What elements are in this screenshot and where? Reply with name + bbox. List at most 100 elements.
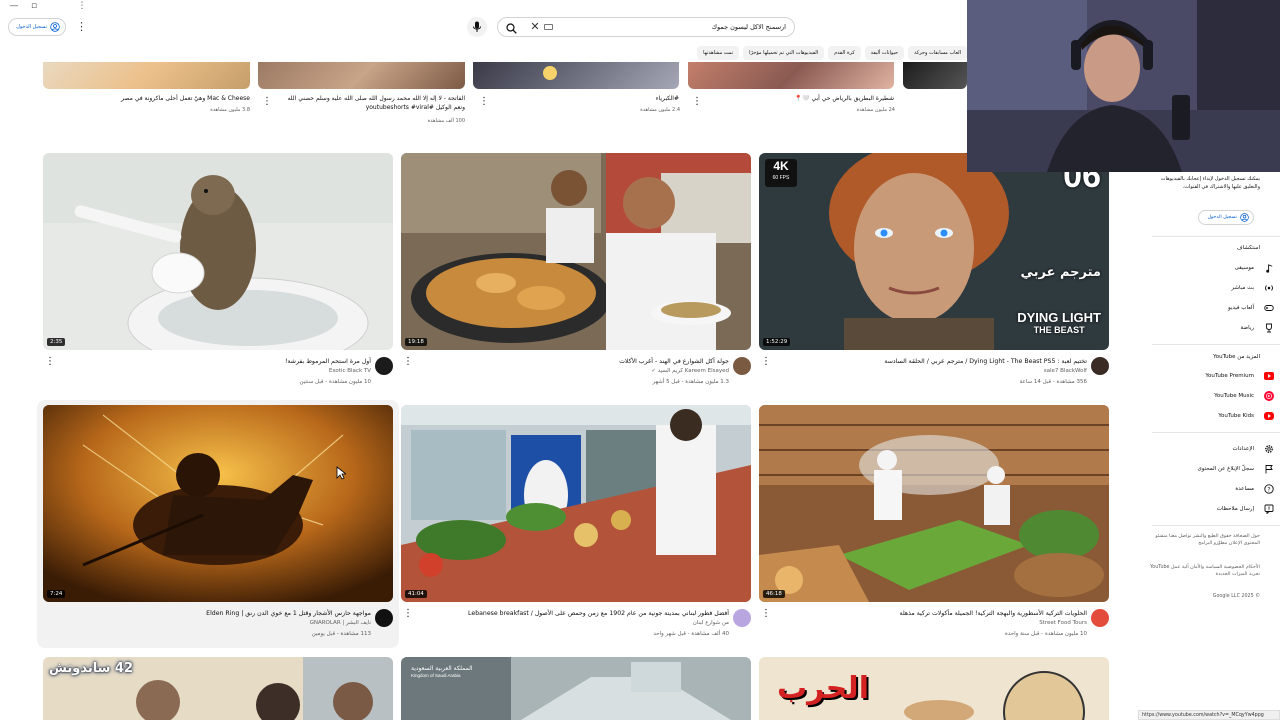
video-thumbnail[interactable]: 42 ساندوتش — [43, 657, 393, 720]
search-button[interactable] — [504, 21, 518, 35]
window-more-button[interactable]: ⋮ — [76, 1, 88, 12]
settings-kebab-button[interactable]: ⋮ — [76, 20, 87, 34]
sidebar-item-settings[interactable]: الإعدادات — [1152, 441, 1280, 457]
svg-text:?: ? — [1267, 486, 1270, 493]
help-icon: ? — [1264, 484, 1274, 494]
overlay-label-en: Kingdom of Saudi Arabia — [411, 673, 461, 678]
shorts-title[interactable]: شطيرة البطريق بالرياض حي أبي 🤍📍 — [760, 94, 894, 103]
sidebar-item-label: YouTube Kids — [1218, 413, 1254, 419]
video-thumbnail[interactable]: الحرب — [759, 657, 1109, 720]
sidebar-item-feedback[interactable]: إرسال ملاحظات — [1152, 501, 1280, 517]
mic-icon — [473, 21, 481, 32]
sidebar-item-music[interactable]: موسيقى — [1152, 260, 1280, 276]
chip-pets[interactable]: حيوانات أليفة — [864, 46, 905, 60]
shorts-thumbnail[interactable] — [473, 62, 679, 89]
fps-label: 60 FPS — [772, 175, 790, 181]
yt-premium-icon — [1264, 371, 1274, 381]
shorts-title[interactable]: #الكبرياء — [560, 94, 679, 103]
trophy-icon — [1264, 323, 1274, 333]
turkish-sweets-image — [759, 405, 1109, 602]
minimize-button[interactable]: — — [8, 1, 20, 12]
channel-name[interactable]: Kareem Elsayed كريم السيد ✓ — [651, 368, 729, 374]
video-title[interactable]: أفضل فطور لبناني بمدينة جونية من عام 190… — [429, 609, 729, 618]
clear-search-button[interactable]: ✕ — [529, 20, 541, 34]
channel-avatar[interactable] — [733, 357, 751, 375]
video-meta: 113 مشاهدة - قبل يومين — [311, 631, 371, 637]
more-actions-button[interactable]: ⋮ — [403, 609, 413, 619]
sidebar-item-yt-premium[interactable]: YouTube Premium — [1152, 368, 1280, 384]
shorts-title[interactable]: Mac & Cheese وهيّ تعمل أحلى ماكرونة في م… — [80, 94, 250, 103]
live-icon — [1264, 283, 1274, 293]
video-thumbnail[interactable]: 4K 60 FPS 06 مترجم عربي DYING LIGHT THE … — [759, 153, 1109, 350]
shorts-thumbnail[interactable] — [43, 62, 250, 89]
channel-name[interactable]: Street Food Tours — [1039, 620, 1087, 626]
video-thumbnail[interactable]: 7:24 — [43, 405, 393, 602]
keyboard-icon[interactable] — [544, 24, 553, 30]
sidebar-item-yt-kids[interactable]: YouTube Kids — [1152, 408, 1280, 424]
channel-avatar[interactable] — [375, 609, 393, 627]
more-actions-button[interactable]: ⋮ — [45, 357, 55, 367]
more-actions-button[interactable]: ⋮ — [692, 97, 702, 107]
search-box[interactable]: ✕ ارسمنج الاكل ليسون جموك — [497, 17, 795, 37]
footer-links-secondary[interactable]: الأحكام الخصوصية السياسة والأمان آلية عم… — [1140, 564, 1260, 578]
video-thumbnail[interactable]: 46:18 — [759, 405, 1109, 602]
more-actions-button[interactable]: ⋮ — [761, 357, 771, 367]
video-title[interactable]: الحلويات التركية الأسطورية والبهجة الترك… — [787, 609, 1087, 618]
video-thumbnail[interactable]: المملكة العربية السعودية Kingdom of Saud… — [401, 657, 751, 720]
chip-recently-uploaded[interactable]: الفيديوهات التي تم تحميلها مؤخرًا — [743, 46, 825, 60]
filter-chips: العاب مسابقات وحركة حيوانات أليفة كرة ال… — [680, 46, 967, 62]
divider — [1152, 432, 1280, 433]
shorts-thumbnail[interactable] — [258, 62, 465, 89]
chip-games[interactable]: العاب مسابقات وحركة — [908, 46, 967, 60]
sidebar-item-help[interactable]: ? مساعدة — [1152, 481, 1280, 497]
marmot-bath-image — [43, 153, 393, 350]
sidebar-item-label: رياضة — [1240, 325, 1254, 331]
4k-badge: 4K 60 FPS — [765, 159, 797, 187]
channel-name[interactable]: Exotic Black TV — [329, 368, 371, 374]
channel-avatar[interactable] — [733, 609, 751, 627]
game-logo: DYING LIGHT THE BEAST — [1017, 311, 1101, 336]
divider — [1152, 236, 1280, 237]
channel-name[interactable]: من شوارع لبنان — [693, 620, 729, 626]
sidebar-item-yt-music[interactable]: YouTube Music — [1152, 388, 1280, 404]
sidebar-item-gaming[interactable]: ألعاب فيديو — [1152, 300, 1280, 316]
more-actions-button[interactable]: ⋮ — [479, 97, 489, 107]
yt-music-icon — [1264, 391, 1274, 401]
video-thumbnail[interactable]: 2:35 — [43, 153, 393, 350]
video-title[interactable]: مواجهة حارس الأشجار وقتل 1 مع خوي الدن ر… — [71, 609, 371, 618]
webcam-overlay — [967, 0, 1280, 172]
gear-icon — [1264, 444, 1274, 454]
video-title[interactable]: تختيم لعبة : Dying Light - The Beast PS5… — [787, 357, 1087, 366]
status-bar-url: https://www.youtube.com/watch?v=_MCqyYw4… — [1138, 710, 1280, 720]
sidebar-item-report-history[interactable]: سجلّ الإبلاغ عن المحتوى — [1152, 461, 1280, 477]
voice-search-button[interactable] — [467, 17, 487, 37]
more-actions-button[interactable]: ⋮ — [761, 609, 771, 619]
channel-name[interactable]: sale7 BlackWolf — [1044, 368, 1087, 374]
channel-name[interactable]: نايف البشر | GNAROLAR — [310, 620, 371, 626]
search-icon — [505, 22, 517, 34]
video-thumbnail[interactable]: 41:04 — [401, 405, 751, 602]
sidebar-item-label: الإعدادات — [1232, 446, 1254, 452]
video-title[interactable]: أول مرة استحم المرموط بفرشة! — [71, 357, 371, 366]
chip-football[interactable]: كرة القدم — [828, 46, 861, 60]
sidebar-signin-button[interactable]: تسجيل الدخول — [1198, 210, 1254, 225]
restore-button[interactable]: ▫ — [28, 1, 40, 12]
chip-watched[interactable]: تمت مشاهدتها — [697, 46, 740, 60]
video-thumbnail[interactable]: 19:18 — [401, 153, 751, 350]
channel-avatar[interactable] — [375, 357, 393, 375]
more-actions-button[interactable]: ⋮ — [403, 357, 413, 367]
sidebar-item-live[interactable]: بث مباشر — [1152, 280, 1280, 296]
duration-badge: 41:04 — [405, 590, 427, 598]
sidebar-item-sports[interactable]: رياضة — [1152, 320, 1280, 336]
footer-links-primary[interactable]: حول الصحافة حقوق الطبع والنشر تواصل معنا… — [1140, 533, 1260, 547]
channel-avatar[interactable] — [1091, 609, 1109, 627]
shorts-thumbnail[interactable] — [688, 62, 894, 89]
more-actions-button[interactable]: ⋮ — [262, 97, 272, 107]
video-title[interactable]: جولة أكل الشوارع في الهند - أغرب الأكلات — [429, 357, 729, 366]
search-input[interactable]: ارسمنج الاكل ليسون جموك — [712, 20, 786, 34]
channel-avatar[interactable] — [1091, 357, 1109, 375]
shorts-thumbnail[interactable] — [903, 62, 967, 89]
4k-label: 4K — [773, 159, 789, 173]
shorts-title[interactable]: الفاتحة - لا إله إلا الله محمد رسول الله… — [282, 94, 465, 112]
signin-button[interactable]: تسجيل الدخول — [8, 18, 66, 36]
